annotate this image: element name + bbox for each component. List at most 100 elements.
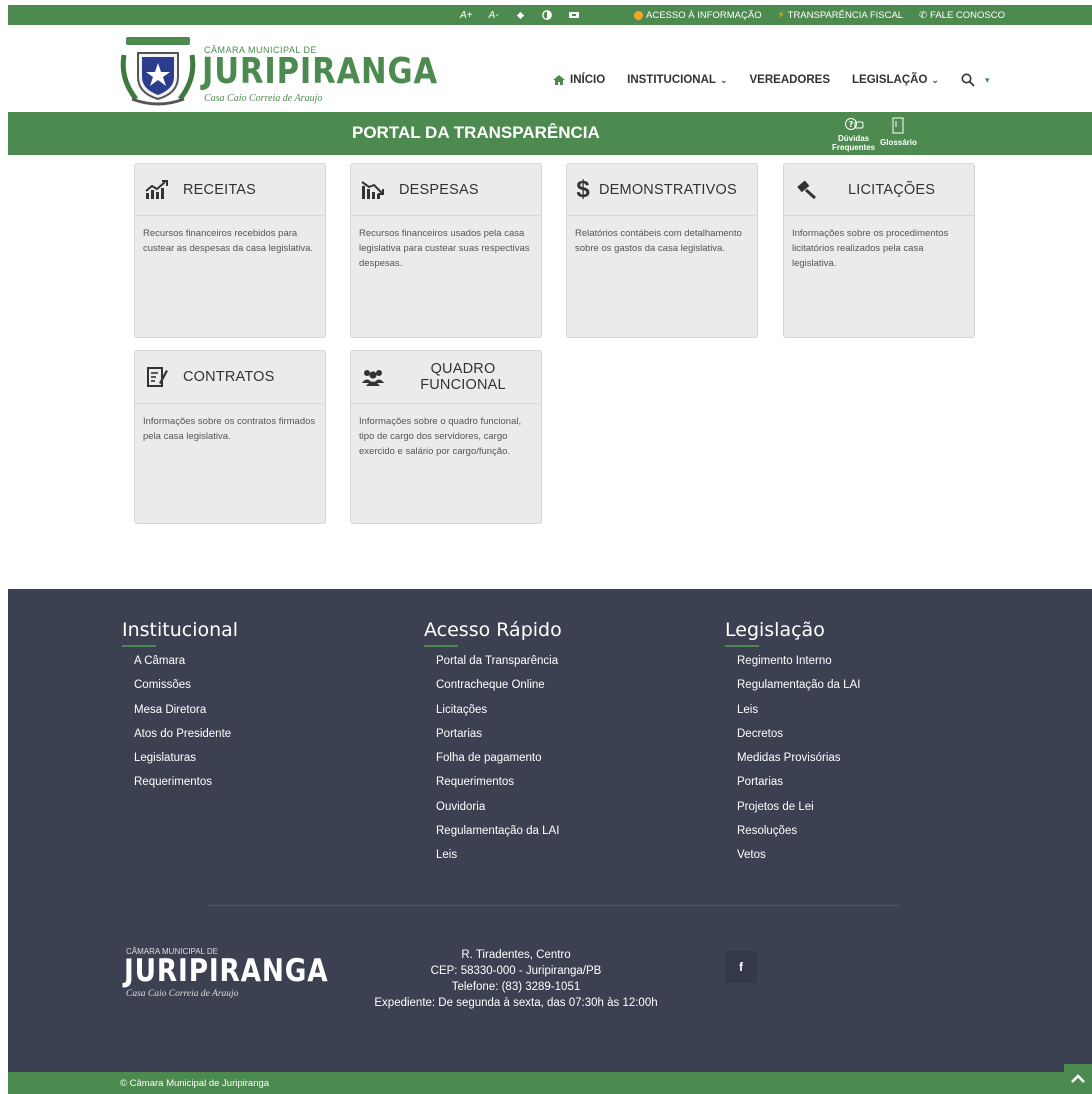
footer-link[interactable]: Portal da Transparência: [436, 649, 562, 673]
footer: Institucional A Câmara Comissões Mesa Di…: [8, 589, 1092, 1072]
footer-link[interactable]: Projetos de Lei: [737, 795, 860, 819]
footer-link[interactable]: Portarias: [737, 770, 860, 794]
footer-link[interactable]: Regulamentação da LAI: [737, 673, 860, 697]
users-icon: [361, 365, 385, 389]
card-description: Relatórios contábeis com detalhamento so…: [575, 228, 742, 254]
footer-link[interactable]: Portarias: [436, 722, 562, 746]
card-header: $ DEMONSTRATIVOS: [567, 164, 757, 216]
card-title: QUADRO FUNCIONAL: [399, 361, 541, 393]
nav-vereadores[interactable]: VEREADORES: [750, 74, 831, 86]
glossario-link[interactable]: Glossário: [880, 117, 917, 147]
nav-inicio[interactable]: INÍCIO: [552, 74, 605, 86]
footer-heading: Institucional: [122, 619, 239, 641]
heading-underline: [725, 645, 759, 647]
scroll-to-top-button[interactable]: [1064, 1064, 1092, 1094]
card-description: Informações sobre o quadro funcional, ti…: [359, 416, 522, 457]
card-title: DESPESAS: [399, 181, 479, 198]
chart-down-icon: [361, 178, 385, 202]
footer-link[interactable]: Regulamentação da LAI: [436, 819, 562, 843]
footer-link[interactable]: Regimento Interno: [737, 649, 860, 673]
footer-address: R. Tiradentes, Centro CEP: 58330-000 - J…: [350, 947, 682, 1011]
duvidas-frequentes-link[interactable]: ? Dúvidas Frequentes: [832, 117, 875, 152]
fale-conosco-link[interactable]: ✆ FALE CONOSCO: [919, 10, 1005, 21]
faq-icon: ?: [832, 117, 875, 134]
header: CÂMARA MUNICIPAL DE JURIPIRANGA Casa Cai…: [8, 25, 1092, 112]
card-title: DEMONSTRATIVOS: [599, 181, 737, 198]
copyright-text: © Câmara Municipal de Juripiranga: [120, 1078, 270, 1089]
info-icon: [634, 10, 643, 20]
footer-link[interactable]: Legislaturas: [134, 746, 238, 770]
footer-link[interactable]: Vetos: [737, 843, 860, 867]
footer-link[interactable]: Requerimentos: [134, 770, 238, 794]
gavel-icon: [794, 178, 818, 202]
footer-link[interactable]: Ouvidoria: [436, 795, 562, 819]
card-title-line: QUADRO: [430, 361, 496, 377]
card-receitas[interactable]: RECEITAS Recursos financeiros recebidos …: [134, 163, 326, 338]
logo-tagline: Casa Caio Correia de Araujo: [126, 989, 239, 999]
footer-link[interactable]: Mesa Diretora: [134, 698, 238, 722]
main-nav: INÍCIO INSTITUCIONAL ⌄ VEREADORES LEGISLA…: [552, 73, 990, 87]
search-button[interactable]: ▾: [961, 73, 990, 87]
footer-link[interactable]: A Câmara: [134, 649, 238, 673]
nav-legislacao[interactable]: LEGISLAÇÃO ⌄: [852, 74, 939, 86]
chevron-up-icon: [1071, 1074, 1085, 1083]
site-logo[interactable]: CÂMARA MUNICIPAL DE JURIPIRANGA Casa Cai…: [118, 35, 437, 106]
facebook-button[interactable]: f: [725, 951, 757, 983]
card-title: CONTRATOS: [183, 369, 275, 385]
footer-link[interactable]: Contracheque Online: [436, 673, 562, 697]
footer-heading: Legislação: [725, 619, 825, 641]
accessibility-icon[interactable]: [515, 10, 526, 21]
acesso-informacao-link[interactable]: ACESSO À INFORMAÇÃO: [634, 10, 762, 21]
transparencia-fiscal-link[interactable]: ⚡ TRANSPARÊNCIA FISCAL: [778, 10, 903, 21]
logo-name: JURIPIRANGA: [124, 953, 329, 989]
search-icon: [961, 73, 975, 87]
contract-icon: [145, 365, 169, 389]
footer-link[interactable]: Comissões: [134, 673, 238, 697]
footer-link[interactable]: Leis: [436, 843, 562, 867]
facebook-icon: f: [739, 960, 743, 974]
footer-link[interactable]: Licitações: [436, 698, 562, 722]
contrast-icon[interactable]: [541, 10, 552, 20]
bolt-icon: ⚡: [777, 9, 785, 21]
address-street: R. Tiradentes, Centro: [461, 949, 571, 961]
card-contratos[interactable]: CONTRATOS Informações sobre os contratos…: [134, 350, 326, 524]
logo-name: JURIPIRANGA: [202, 51, 439, 92]
footer-link[interactable]: Decretos: [737, 722, 860, 746]
chevron-down-icon: ⌄: [719, 74, 728, 85]
card-despesas[interactable]: DESPESAS Recursos financeiros usados pel…: [350, 163, 542, 338]
top-links: ACESSO À INFORMAÇÃO ⚡ TRANSPARÊNCIA FISCA…: [634, 5, 1005, 25]
chevron-down-icon: ⌄: [931, 74, 939, 85]
address-phone: Telefone: (83) 3289-1051: [451, 981, 581, 993]
footer-link[interactable]: Leis: [737, 698, 860, 722]
card-demonstrativos[interactable]: $ DEMONSTRATIVOS Relatórios contábeis co…: [566, 163, 758, 338]
top-bar: A+ A- ACESSO À INFORMAÇÃO ⚡ TRANSPARÊNCIA…: [8, 5, 1092, 25]
card-description: Informações sobre os contratos firmados …: [143, 416, 316, 442]
footer-link[interactable]: Medidas Provisórias: [737, 746, 860, 770]
page-title: PORTAL DA TRANSPARÊNCIA: [352, 123, 600, 142]
footer-link[interactable]: Folha de pagamento: [436, 746, 562, 770]
footer-link[interactable]: Requerimentos: [436, 770, 562, 794]
heading-underline: [122, 645, 156, 647]
footer-logo[interactable]: CÂMARA MUNICIPAL DE JURIPIRANGA Casa Cai…: [120, 944, 328, 1004]
nav-institucional[interactable]: INSTITUCIONAL ⌄: [627, 74, 727, 86]
card-header: LICITAÇÕES: [784, 164, 974, 216]
card-quadro-funcional[interactable]: QUADRO FUNCIONAL Informações sobre o qua…: [350, 350, 542, 524]
copyright-bar: © Câmara Municipal de Juripiranga: [8, 1072, 1092, 1094]
footer-link[interactable]: Resoluções: [737, 819, 860, 843]
footer-list: A Câmara Comissões Mesa Diretora Atos do…: [122, 649, 238, 795]
card-header: RECEITAS: [135, 164, 325, 216]
footer-institucional: Institucional A Câmara Comissões Mesa Di…: [122, 619, 238, 795]
footer-link[interactable]: Atos do Presidente: [134, 722, 238, 746]
frequentes-label: Frequentes: [832, 143, 876, 152]
home-icon: [553, 75, 565, 85]
card-header: CONTRATOS: [135, 351, 325, 404]
transparency-bar: PORTAL DA TRANSPARÊNCIA ? Dúvidas Freque…: [8, 112, 1092, 155]
font-decrease-button[interactable]: A-: [489, 10, 499, 21]
heading-underline: [424, 645, 458, 647]
sign-language-icon[interactable]: [568, 10, 580, 20]
card-licitacoes[interactable]: LICITAÇÕES Informações sobre os procedim…: [783, 163, 975, 338]
card-header: QUADRO FUNCIONAL: [351, 351, 541, 404]
font-increase-button[interactable]: A+: [460, 10, 473, 21]
caret-down-icon: ▾: [984, 74, 990, 85]
line-chart-icon: [145, 178, 169, 202]
